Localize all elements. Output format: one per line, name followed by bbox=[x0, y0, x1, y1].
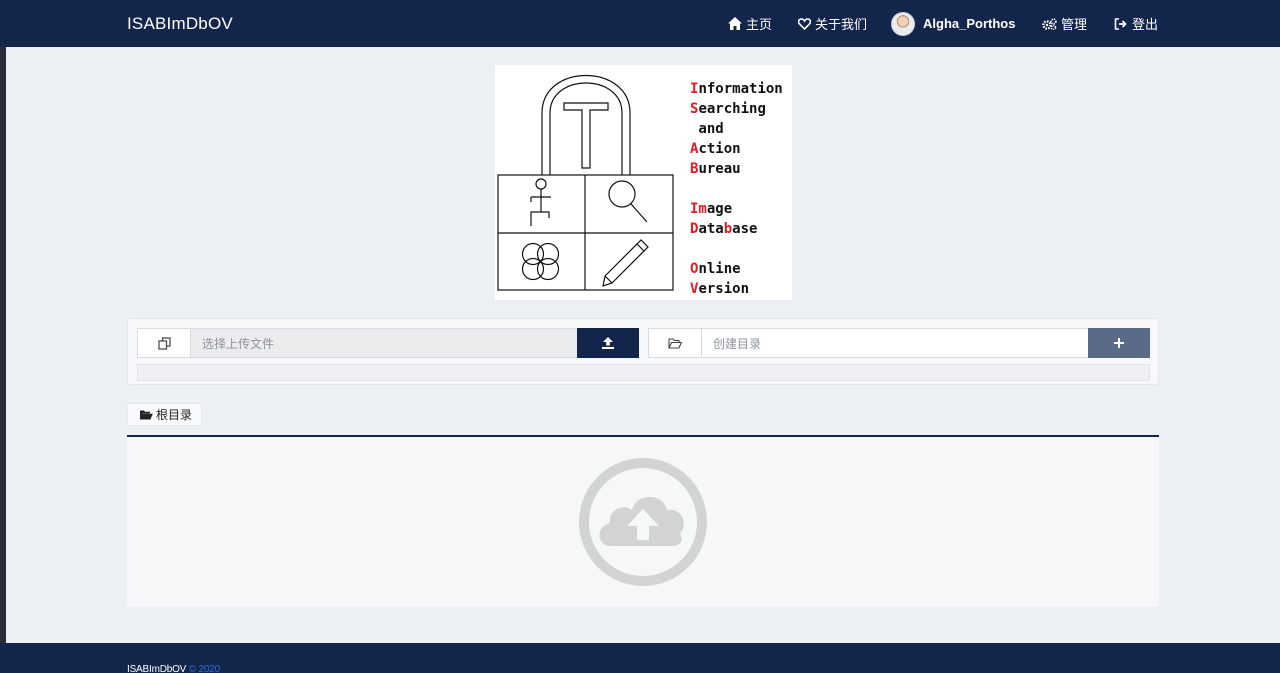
plus-icon bbox=[1114, 338, 1124, 348]
file-upload-input[interactable]: 选择上传文件 bbox=[190, 328, 578, 358]
gears-icon bbox=[1042, 17, 1057, 30]
window-edge bbox=[0, 0, 6, 673]
breadcrumb-root[interactable]: 根目录 bbox=[127, 403, 202, 426]
upload-icon bbox=[602, 337, 614, 349]
brand-link[interactable]: ISABImDbOV bbox=[127, 14, 233, 34]
nav-user[interactable]: Algha_Porthos bbox=[891, 0, 1015, 47]
logo-line: Online bbox=[690, 261, 741, 277]
site-logo: Information Searching and Action Bureau … bbox=[495, 65, 792, 300]
file-drop-zone[interactable] bbox=[127, 437, 1159, 607]
nav-home[interactable]: 主页 bbox=[728, 0, 772, 47]
logo-line: Information bbox=[690, 81, 783, 97]
nav-admin-label: 管理 bbox=[1061, 17, 1088, 32]
nav-about-label: 关于我们 bbox=[815, 17, 868, 32]
logo-line: Version bbox=[690, 281, 750, 297]
avatar bbox=[891, 11, 915, 36]
create-folder-placeholder: 创建目录 bbox=[713, 336, 762, 351]
cloud-upload-icon bbox=[579, 458, 707, 586]
footer-name: ISABImDbOV bbox=[127, 664, 187, 673]
logo-line: Image bbox=[690, 201, 733, 217]
logo-line: Action bbox=[690, 141, 741, 157]
nav-logout-label: 登出 bbox=[1132, 17, 1159, 32]
create-folder-button[interactable] bbox=[1088, 328, 1150, 358]
logout-icon bbox=[1114, 17, 1127, 30]
upload-panel: 选择上传文件 创建目录 bbox=[127, 318, 1159, 385]
breadcrumb-root-label: 根目录 bbox=[156, 408, 193, 422]
upload-button[interactable] bbox=[577, 328, 639, 358]
nav-user-label: Algha_Porthos bbox=[923, 16, 1016, 31]
footer-credit: ISABImDbOV © 2020 bbox=[127, 664, 220, 673]
upload-progress-bar bbox=[137, 364, 1150, 381]
logo-wordmark: Information Searching and Action Bureau … bbox=[690, 79, 783, 299]
logo-line: Searching bbox=[690, 101, 766, 117]
logo-line: Database bbox=[690, 221, 758, 237]
top-navbar: ISABImDbOV 主页 关于我们 Algha_Porthos 管理 登出 bbox=[0, 0, 1280, 47]
heart-icon bbox=[798, 17, 811, 30]
nav-admin[interactable]: 管理 bbox=[1042, 0, 1087, 47]
create-folder-input[interactable]: 创建目录 bbox=[701, 328, 1089, 358]
page-footer: ISABImDbOV © 2020 bbox=[0, 643, 1280, 673]
nav-home-label: 主页 bbox=[746, 17, 773, 32]
folder-addon bbox=[648, 328, 702, 358]
logo-line: and bbox=[690, 121, 724, 137]
nav-logout[interactable]: 登出 bbox=[1114, 0, 1158, 47]
file-select-addon[interactable] bbox=[137, 328, 191, 358]
padlock-logo-graphic bbox=[497, 74, 674, 291]
nav-about[interactable]: 关于我们 bbox=[798, 0, 867, 47]
folder-icon bbox=[140, 410, 153, 419]
copy-icon bbox=[157, 336, 171, 350]
folder-open-icon bbox=[668, 337, 682, 349]
footer-year: © 2020 bbox=[188, 664, 220, 673]
logo-line: Bureau bbox=[690, 161, 741, 177]
home-icon bbox=[728, 17, 742, 30]
file-upload-placeholder: 选择上传文件 bbox=[202, 336, 275, 351]
